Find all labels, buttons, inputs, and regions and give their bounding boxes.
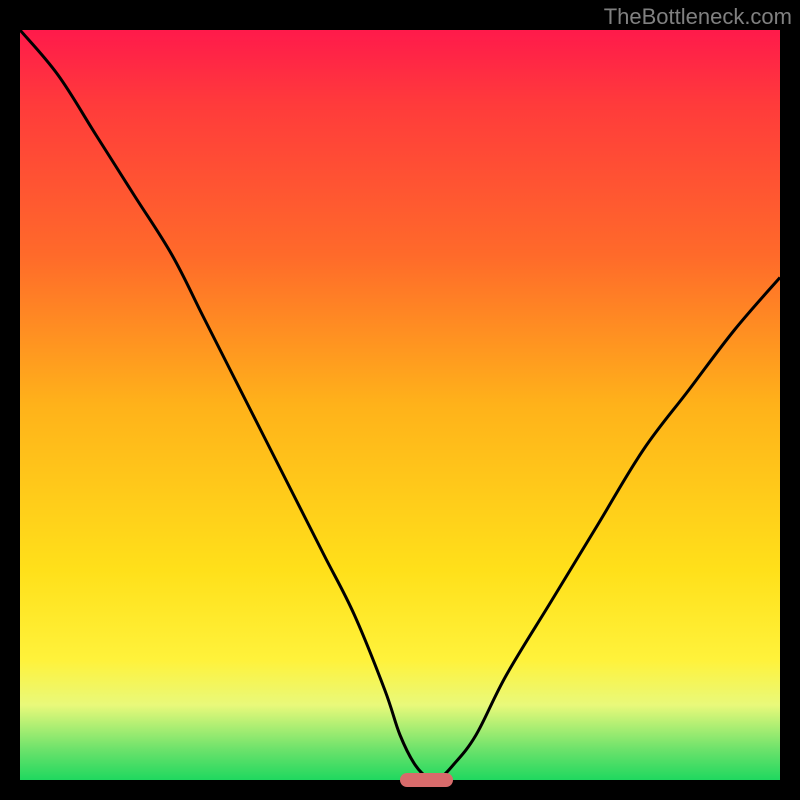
chart-container: TheBottleneck.com	[0, 0, 800, 800]
chart-min-marker	[400, 773, 453, 787]
chart-plot-area	[20, 30, 780, 780]
chart-curve	[20, 30, 780, 780]
chart-curve-svg	[20, 30, 780, 780]
watermark-text: TheBottleneck.com	[604, 4, 792, 30]
